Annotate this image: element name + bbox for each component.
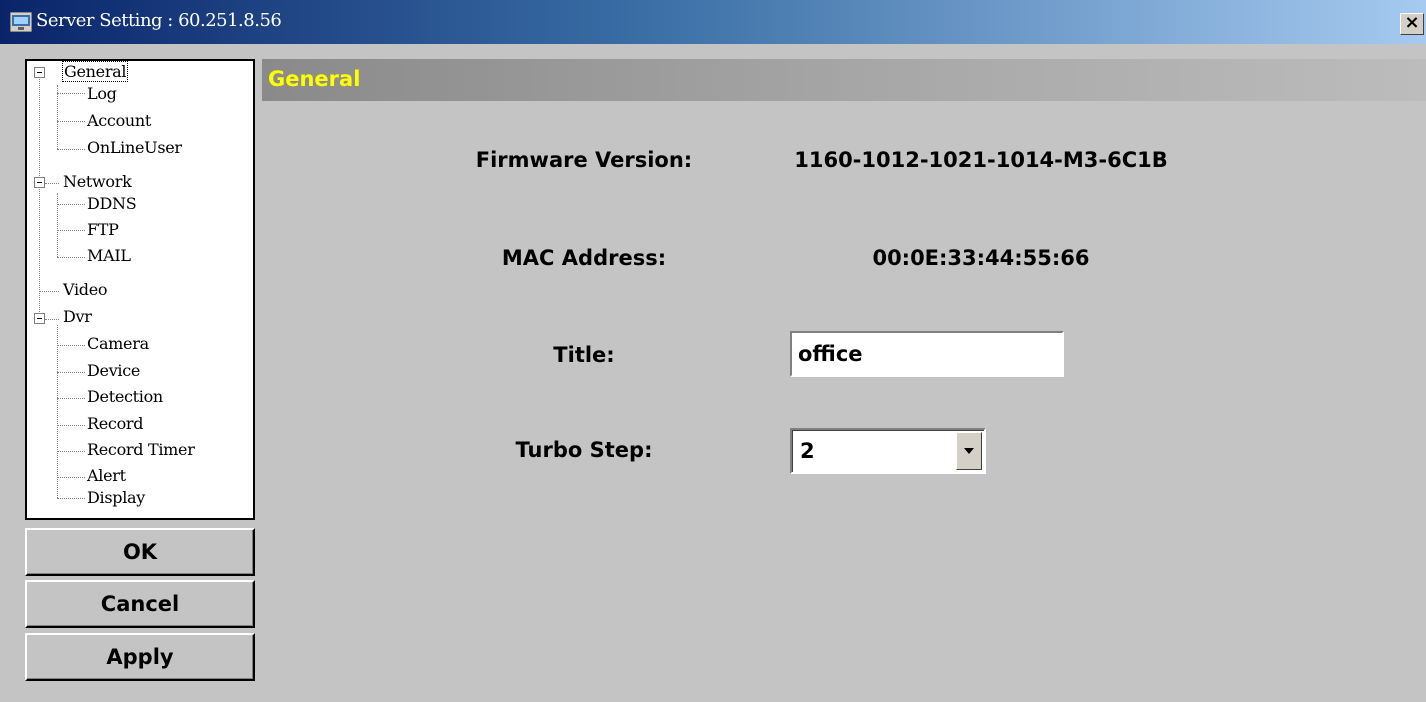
firmware-version-label: Firmware Version: bbox=[475, 148, 693, 172]
tree-item-label: DDNS bbox=[87, 194, 137, 213]
tree-item-label: Log bbox=[87, 84, 117, 103]
collapse-icon[interactable] bbox=[34, 313, 45, 324]
tree-connector bbox=[57, 477, 85, 478]
tree-item-label: OnLineUser bbox=[87, 138, 182, 157]
tree-connector bbox=[57, 149, 85, 150]
section-header: General bbox=[262, 59, 1426, 101]
tree-item-device[interactable]: Device bbox=[87, 360, 140, 382]
title-bar[interactable]: Server Setting : 60.251.8.56 × bbox=[0, 0, 1426, 44]
tree-item-network[interactable]: Network bbox=[63, 171, 132, 193]
tree-connector bbox=[57, 372, 85, 373]
mac-address-value: 00:0E:33:44:55:66 bbox=[872, 246, 1090, 270]
tree-connector bbox=[57, 121, 85, 122]
tree-connector bbox=[57, 398, 85, 399]
tree-item-video[interactable]: Video bbox=[63, 279, 108, 301]
tree-item-label: Network bbox=[63, 172, 132, 191]
window-title: Server Setting : 60.251.8.56 bbox=[36, 10, 282, 31]
cancel-button[interactable]: Cancel bbox=[25, 580, 255, 628]
tree-item-label: General bbox=[61, 61, 129, 82]
tree-connector bbox=[57, 230, 85, 231]
tree-item-label: Detection bbox=[87, 387, 163, 406]
tree-item-label: Camera bbox=[87, 334, 149, 353]
tree-item-account[interactable]: Account bbox=[87, 110, 151, 132]
apply-button[interactable]: Apply bbox=[25, 633, 255, 681]
firmware-version-value: 1160-1012-1021-1014-M3-6C1B bbox=[794, 148, 1168, 172]
tree-item-record[interactable]: Record bbox=[87, 413, 144, 435]
tree-item-log[interactable]: Log bbox=[87, 83, 117, 105]
tree-connector bbox=[57, 345, 85, 346]
section-title: General bbox=[268, 67, 361, 91]
mac-address-label: MAC Address: bbox=[501, 246, 667, 270]
tree-connector bbox=[57, 425, 85, 426]
ok-button[interactable]: OK bbox=[25, 528, 255, 576]
settings-tree[interactable]: General Log Account OnLineUser Network D… bbox=[25, 59, 255, 520]
tree-item-label: Record Timer bbox=[87, 440, 195, 459]
tree-item-label: FTP bbox=[87, 220, 119, 239]
tree-item-general[interactable]: General bbox=[61, 61, 129, 83]
tree-item-label: Video bbox=[63, 280, 108, 299]
tree-connector bbox=[57, 204, 85, 205]
tree-connector bbox=[45, 319, 59, 320]
turbo-step-label: Turbo Step: bbox=[515, 438, 653, 462]
tree-item-ftp[interactable]: FTP bbox=[87, 219, 119, 241]
tree-connector bbox=[57, 325, 58, 498]
server-setting-icon bbox=[10, 12, 32, 32]
tree-item-label: MAIL bbox=[87, 246, 131, 265]
tree-item-camera[interactable]: Camera bbox=[87, 333, 149, 355]
collapse-icon[interactable] bbox=[34, 177, 45, 188]
tree-item-label: Display bbox=[87, 488, 145, 507]
turbo-step-value: 2 bbox=[800, 439, 815, 463]
tree-item-mail[interactable]: MAIL bbox=[87, 245, 131, 267]
tree-connector bbox=[45, 183, 59, 184]
server-setting-window: Server Setting : 60.251.8.56 × General L… bbox=[0, 0, 1426, 702]
title-label: Title: bbox=[553, 343, 615, 367]
collapse-icon[interactable] bbox=[34, 67, 45, 78]
tree-item-record-timer[interactable]: Record Timer bbox=[87, 439, 195, 461]
tree-connector bbox=[39, 75, 40, 322]
chevron-down-icon[interactable] bbox=[956, 432, 982, 470]
tree-connector bbox=[57, 451, 85, 452]
tree-item-alert[interactable]: Alert bbox=[87, 465, 126, 487]
tree-connector bbox=[39, 291, 59, 292]
tree-item-display[interactable]: Display bbox=[87, 487, 145, 509]
tree-connector bbox=[57, 193, 58, 257]
tree-connector bbox=[57, 498, 85, 499]
tree-item-label: Device bbox=[87, 361, 141, 380]
tree-item-onlineuser[interactable]: OnLineUser bbox=[87, 137, 182, 159]
tree-item-label: Record bbox=[87, 414, 144, 433]
close-icon[interactable]: × bbox=[1400, 13, 1424, 35]
tree-item-label: Account bbox=[87, 111, 152, 130]
tree-item-detection[interactable]: Detection bbox=[87, 386, 163, 408]
title-input[interactable]: office bbox=[790, 331, 1064, 377]
tree-connector bbox=[57, 85, 58, 149]
tree-item-ddns[interactable]: DDNS bbox=[87, 193, 137, 215]
tree-connector bbox=[57, 257, 85, 258]
tree-connector bbox=[57, 93, 85, 94]
turbo-step-select[interactable]: 2 bbox=[790, 428, 986, 474]
tree-item-label: Alert bbox=[87, 466, 126, 485]
tree-item-label: Dvr bbox=[63, 307, 92, 326]
tree-item-dvr[interactable]: Dvr bbox=[63, 306, 92, 328]
